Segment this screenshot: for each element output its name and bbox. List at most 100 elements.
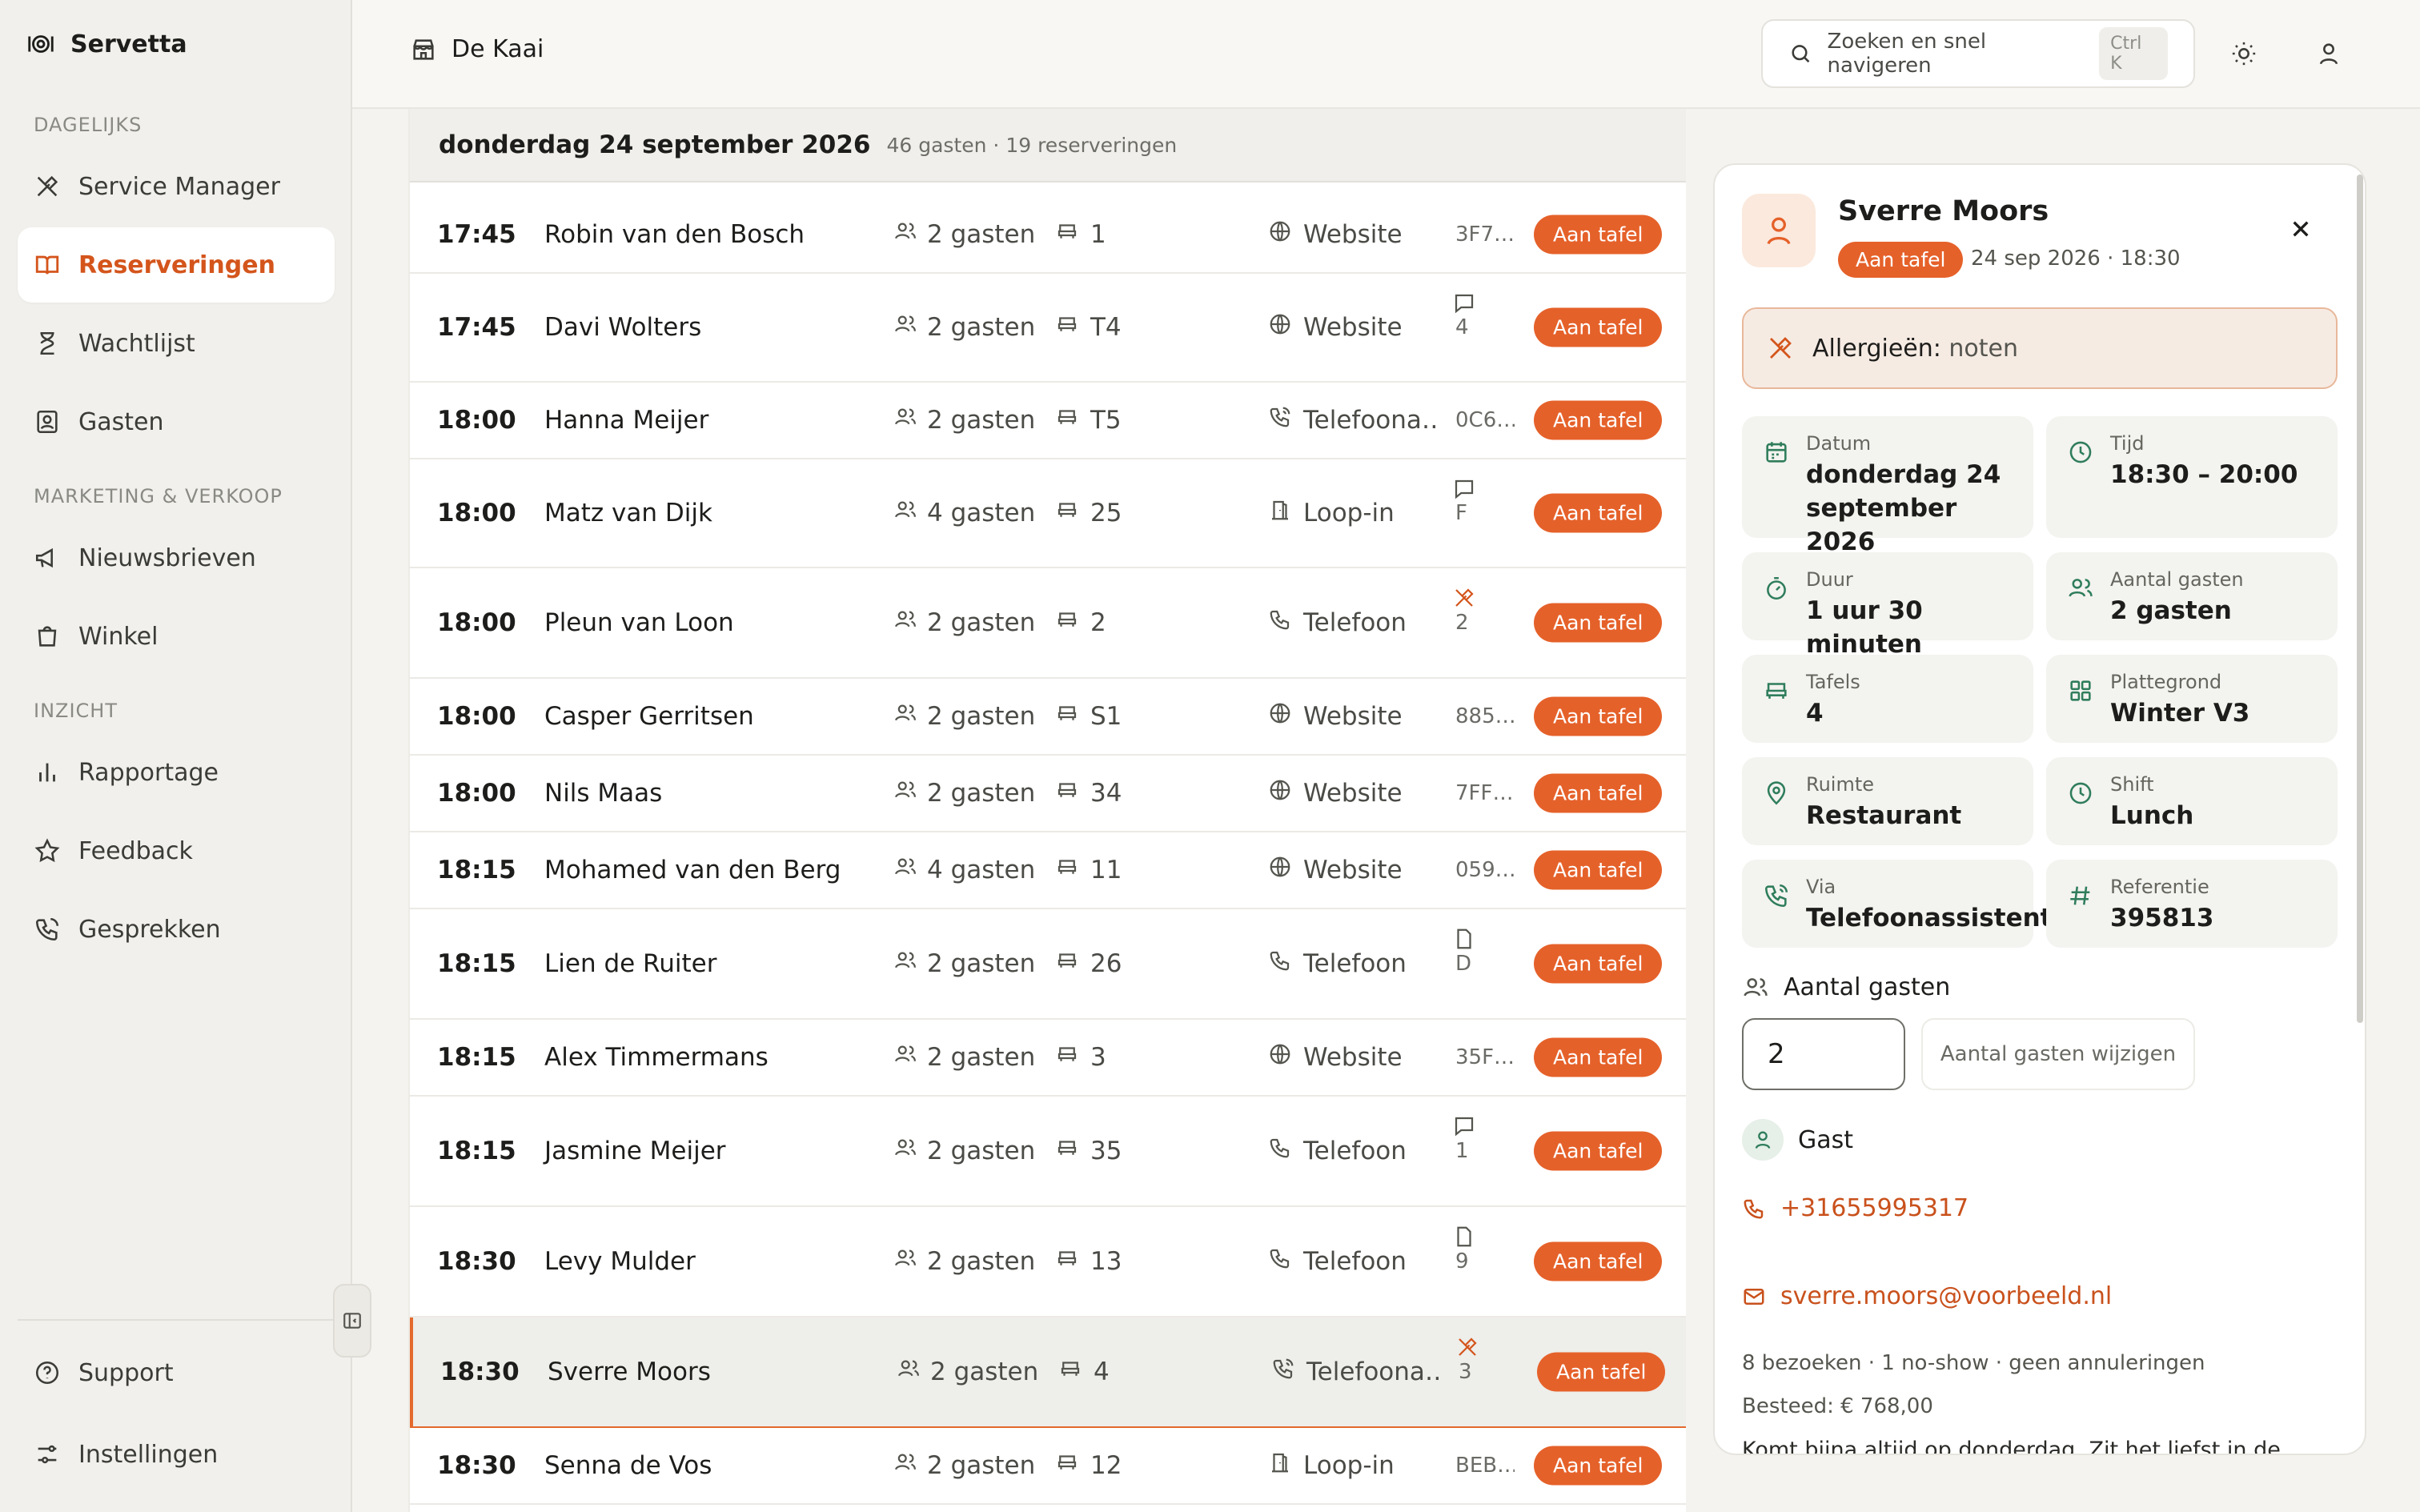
date-summary: 46 gasten · 19 reserveringen <box>886 133 1178 157</box>
reservation-row[interactable]: 17:45 Davi Wolters 2 gasten T4 Website 4 Aan t… <box>410 274 1686 383</box>
reservation-row[interactable]: 18:15 Lien de Ruiter 2 gasten 26 Telefoon D Aa… <box>410 909 1686 1020</box>
globe-icon <box>1268 701 1292 732</box>
reservation-row[interactable]: 17:45 Robin van den Bosch 2 gasten 1 Website… <box>410 197 1686 274</box>
row-reference: 885… <box>1455 704 1515 728</box>
nav-newsletters[interactable]: Nieuwsbrieven <box>18 520 335 596</box>
nav-settings[interactable]: Instellingen <box>18 1417 335 1492</box>
row-guest-name: Sverre Moors <box>548 1358 711 1386</box>
theme-toggle-button[interactable] <box>2225 35 2262 72</box>
reservation-row[interactable]: 18:30 Sverre Moors 2 gasten 4 Telefoona… 3 Aan… <box>410 1317 1686 1428</box>
panel-scrollbar[interactable] <box>2357 174 2363 1023</box>
nav-feedback[interactable]: Feedback <box>18 813 335 888</box>
row-guest-count: 2 gasten <box>893 701 1035 732</box>
reservation-row[interactable]: 18:00 Nils Maas 2 gasten 34 Website 7FF… Aan t… <box>410 756 1686 832</box>
row-guest-count: 2 gasten <box>897 1357 1038 1387</box>
row-reference: 1 <box>1455 1139 1469 1163</box>
phone-icon <box>1268 949 1292 979</box>
nav-waitlist[interactable]: Wachtlijst <box>18 306 335 381</box>
reservation-row[interactable]: 18:15 Jasmine Meijer 2 gasten 35 Telefoon 1 Aa… <box>410 1097 1686 1207</box>
status-badge[interactable]: Aan tafel <box>1534 493 1663 533</box>
search-input[interactable]: Zoeken en snel navigeren Ctrl K <box>1761 19 2195 88</box>
status-badge[interactable]: Aan tafel <box>1838 242 1964 278</box>
nav-label: Instellingen <box>78 1440 219 1469</box>
guests-icon <box>893 1450 917 1481</box>
user-icon <box>1755 1131 1771 1149</box>
row-guest-name: Casper Gerritsen <box>544 702 754 731</box>
table-icon <box>1766 683 1787 699</box>
row-time: 18:15 <box>437 949 516 978</box>
reservation-row[interactable]: 18:00 Hanna Meijer 2 gasten T5 Telefoona… 0C6… <box>410 383 1686 459</box>
row-source: Loop-in <box>1268 498 1395 528</box>
status-badge[interactable]: Aan tafel <box>1534 1241 1663 1281</box>
account-button[interactable] <box>2310 35 2347 72</box>
tile-label: Ruimte <box>1806 773 1875 796</box>
status-badge[interactable]: Aan tafel <box>1534 307 1663 347</box>
clock-icon <box>2069 782 2092 804</box>
detail-tile-aantal-gasten: Aantal gasten 2 gasten <box>2046 552 2338 640</box>
status-badge[interactable]: Aan tafel <box>1534 1131 1663 1171</box>
nav-label: Wachtlijst <box>78 329 195 358</box>
status-badge[interactable]: Aan tafel <box>1534 400 1663 440</box>
brand[interactable]: Servetta <box>26 29 187 59</box>
guest-spent: Besteed: € 768,00 <box>1742 1394 1933 1418</box>
nav-reporting[interactable]: Rapportage <box>18 735 335 810</box>
status-badge[interactable]: Aan tafel <box>1534 944 1663 984</box>
sidebar-collapse-icon <box>343 1313 361 1329</box>
status-badge[interactable]: Aan tafel <box>1534 1037 1663 1077</box>
row-time: 18:15 <box>437 1043 516 1072</box>
status-badge[interactable]: Aan tafel <box>1537 1352 1666 1392</box>
tile-label: Datum <box>1806 432 1872 455</box>
nav-service-manager[interactable]: Service Manager <box>18 149 335 224</box>
nav-shop[interactable]: Winkel <box>18 599 335 674</box>
status-badge[interactable]: Aan tafel <box>1534 603 1663 643</box>
row-reference: 0C6… <box>1455 408 1515 432</box>
tile-label: Shift <box>2110 773 2154 796</box>
phone-icon <box>1268 608 1292 638</box>
guest-phone-link[interactable]: +31655995317 <box>1742 1194 1969 1222</box>
row-reference: 9 <box>1455 1249 1469 1273</box>
nav-label: Support <box>78 1358 174 1387</box>
guests-icon <box>37 410 58 434</box>
nav-support[interactable]: Support <box>18 1335 335 1410</box>
row-guest-name: Alex Timmermans <box>544 1043 769 1072</box>
row-table: 4 <box>1058 1357 1110 1387</box>
guest-email-link[interactable]: sverre.moors@voorbeeld.nl <box>1742 1282 2112 1310</box>
row-guest-name: Davi Wolters <box>544 313 702 342</box>
reservation-row[interactable]: 18:00 Casper Gerritsen 2 gasten S1 Website 88… <box>410 679 1686 756</box>
guest-section-label: Gast <box>1742 1119 1853 1161</box>
location-selector[interactable]: De Kaai <box>410 35 544 63</box>
reservation-row[interactable]: 18:15 Alex Timmermans 2 gasten 3 Website 35F…… <box>410 1020 1686 1097</box>
reservation-row[interactable]: 18:00 Matz van Dijk 4 gasten 25 Loop-in F Aan … <box>410 459 1686 568</box>
status-badge[interactable]: Aan tafel <box>1534 773 1663 813</box>
reservation-row[interactable]: 18:00 Pleun van Loon 2 gasten 2 Telefoon 2 Aan… <box>410 568 1686 679</box>
reservation-row[interactable]: 18:30 Levy Mulder 2 gasten 13 Telefoon 9 Aan t… <box>410 1207 1686 1317</box>
row-time: 17:45 <box>437 220 516 249</box>
collapse-sidebar-button[interactable] <box>333 1284 371 1358</box>
guests-icon <box>893 219 917 250</box>
nav-reservations[interactable]: Reserveringen <box>18 227 335 303</box>
row-source: Website <box>1268 701 1403 732</box>
reservation-row[interactable]: 18:15 Mohamed van den Berg 4 gasten 11 Websi… <box>410 832 1686 909</box>
status-badge[interactable]: Aan tafel <box>1534 1446 1663 1486</box>
change-guests-button[interactable]: Aantal gasten wijzigen <box>1921 1018 2195 1090</box>
nav-guests[interactable]: Gasten <box>18 384 335 459</box>
status-badge[interactable]: Aan tafel <box>1534 215 1663 255</box>
guests-icon <box>893 701 917 732</box>
help-icon <box>35 1361 59 1385</box>
close-button[interactable] <box>2285 213 2317 245</box>
status-badge[interactable]: Aan tafel <box>1534 850 1663 890</box>
status-badge[interactable]: Aan tafel <box>1534 696 1663 736</box>
row-table: 12 <box>1055 1450 1122 1481</box>
reservation-detail-panel: Sverre Moors Aan tafel 24 sep 2026 · 18:… <box>1713 163 2366 1455</box>
row-time: 17:45 <box>437 313 516 342</box>
sun-icon <box>2232 42 2256 66</box>
nav-conversations[interactable]: Gesprekken <box>18 892 335 967</box>
phone-icon <box>1744 1199 1764 1219</box>
reservation-row[interactable]: 18:30 Senna de Vos 2 gasten 12 Loop-in BEB… Aa… <box>410 1428 1686 1505</box>
row-time: 18:00 <box>437 779 516 808</box>
guest-count-input[interactable]: 2 <box>1742 1018 1905 1090</box>
row-guest-count: 2 gasten <box>893 1246 1035 1277</box>
row-reference: BEB… <box>1455 1454 1515 1478</box>
globe-icon <box>1268 312 1292 343</box>
row-guest-name: Levy Mulder <box>544 1247 696 1276</box>
